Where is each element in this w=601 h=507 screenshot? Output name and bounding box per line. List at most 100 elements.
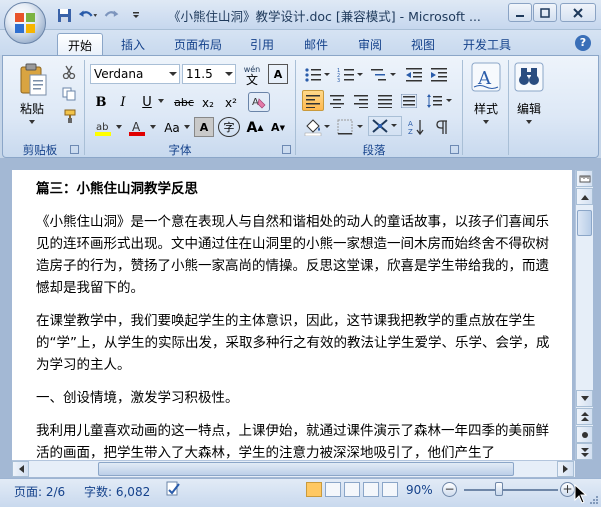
undo-button[interactable] (78, 6, 98, 24)
copy-button[interactable] (60, 85, 78, 103)
tab-view[interactable]: 视图 (401, 33, 445, 55)
char-shading-button[interactable]: A (194, 117, 214, 137)
shrink-font-button[interactable]: A ▼ (268, 117, 288, 138)
outline-view-button[interactable] (363, 482, 379, 497)
tab-review[interactable]: 审阅 (348, 33, 392, 55)
word-count[interactable]: 字数: 6,082 (84, 483, 150, 500)
subscript-button[interactable]: x₂ (198, 92, 218, 113)
shading-button[interactable] (302, 116, 332, 137)
minimize-button[interactable] (508, 3, 532, 22)
bold-button[interactable]: B (92, 92, 110, 113)
underline-button[interactable]: U (138, 92, 156, 113)
full-screen-reading-button[interactable] (325, 482, 341, 497)
decrease-indent-button[interactable] (403, 64, 425, 85)
show-hide-marks-button[interactable] (432, 116, 454, 137)
office-button[interactable] (4, 2, 46, 44)
print-layout-view-button[interactable] (306, 482, 322, 497)
help-icon[interactable]: ? (575, 35, 591, 51)
web-layout-button[interactable] (344, 482, 360, 497)
highlight-button[interactable]: ab (92, 117, 114, 138)
scroll-up-button[interactable] (576, 188, 593, 205)
italic-button[interactable]: I (114, 92, 132, 113)
previous-page-button[interactable] (576, 408, 593, 425)
next-page-button[interactable] (576, 443, 593, 460)
chevron-down-icon[interactable] (158, 99, 164, 103)
borders-button[interactable] (335, 116, 365, 137)
font-color-button[interactable]: A (126, 117, 148, 138)
vertical-scrollbar[interactable] (575, 170, 593, 460)
clear-formatting-icon: A (252, 97, 266, 109)
change-case-button[interactable]: Aa (160, 117, 184, 138)
format-painter-button[interactable] (60, 107, 78, 125)
bullets-button[interactable] (302, 64, 332, 85)
editing-button[interactable]: 编辑 (512, 62, 546, 134)
view-ruler-button[interactable] (576, 170, 593, 187)
chevron-down-icon[interactable] (184, 125, 190, 129)
font-launcher-icon[interactable] (282, 145, 291, 154)
increase-indent-button[interactable] (428, 64, 450, 85)
sort-button[interactable]: AZ (406, 116, 428, 137)
scroll-right-button[interactable] (557, 461, 574, 477)
paste-button[interactable]: 粘贴 (10, 63, 54, 135)
resize-grip-icon[interactable] (589, 494, 599, 504)
chevron-down-icon[interactable] (150, 125, 156, 129)
tab-page-layout[interactable]: 页面布局 (166, 33, 230, 55)
tab-references[interactable]: 引用 (240, 33, 284, 55)
zoom-in-button[interactable]: + (560, 482, 575, 497)
align-center-icon (330, 94, 344, 108)
styles-button[interactable]: A 样式 (467, 62, 505, 134)
double-chevron-up-icon (580, 411, 589, 421)
align-center-button[interactable] (326, 90, 348, 111)
chinese-layout-button[interactable] (368, 116, 402, 136)
chevron-down-icon[interactable] (116, 125, 122, 129)
draft-view-button[interactable] (382, 482, 398, 497)
cut-button[interactable] (60, 63, 78, 81)
redo-button[interactable] (102, 6, 122, 24)
scroll-down-button[interactable] (576, 390, 593, 407)
justify-button[interactable] (374, 90, 396, 111)
proofing-status-button[interactable] (165, 481, 181, 497)
maximize-button[interactable] (533, 3, 557, 22)
align-right-button[interactable] (350, 90, 372, 111)
font-name-combo[interactable]: Verdana (90, 64, 180, 84)
clipboard-launcher-icon[interactable] (70, 145, 79, 154)
save-button[interactable] (54, 6, 74, 24)
zoom-slider-thumb[interactable] (495, 482, 503, 496)
document-content[interactable]: 篇三：小熊住山洞教学反思 《小熊住山洞》是一个意在表现人与自然和谐相处的动人的童… (36, 178, 550, 460)
phonetic-guide-button[interactable]: wén 文 (240, 63, 264, 87)
zoom-out-button[interactable]: − (442, 482, 457, 497)
grow-font-button[interactable]: A ▲ (245, 117, 265, 138)
strikethrough-button[interactable]: abc (172, 92, 196, 113)
enclose-characters-button[interactable]: 字 (218, 117, 240, 137)
select-browse-object-button[interactable] (576, 426, 593, 443)
tab-home[interactable]: 开始 (57, 33, 103, 55)
horizontal-scrollbar[interactable] (12, 460, 575, 477)
vertical-scroll-thumb[interactable] (577, 210, 592, 236)
page-indicator[interactable]: 页面: 2/6 (14, 483, 65, 500)
styles-label: 样式 (473, 102, 498, 116)
horizontal-scroll-thumb[interactable] (98, 462, 514, 476)
tab-insert[interactable]: 插入 (111, 33, 155, 55)
scroll-left-button[interactable] (12, 461, 29, 477)
multilevel-list-button[interactable] (368, 64, 398, 85)
svg-text:A: A (132, 120, 141, 134)
align-left-button[interactable] (302, 90, 324, 111)
close-button[interactable] (560, 3, 596, 22)
zoom-level[interactable]: 90% (406, 483, 433, 497)
multilevel-list-icon (371, 68, 396, 80)
clear-formatting-button[interactable]: A (248, 92, 270, 112)
chevron-down-icon (169, 72, 177, 76)
line-spacing-button[interactable] (424, 90, 454, 111)
customize-qat-button[interactable] (126, 6, 146, 24)
tab-mailings[interactable]: 邮件 (294, 33, 338, 55)
char-border-button[interactable]: A (268, 64, 288, 84)
document-page[interactable]: 篇三：小熊住山洞教学反思 《小熊住山洞》是一个意在表现人与自然和谐相处的动人的童… (12, 170, 572, 460)
distributed-button[interactable] (398, 90, 420, 111)
tab-developer[interactable]: 开发工具 (455, 33, 519, 55)
numbering-button[interactable]: 123 (335, 64, 365, 85)
zoom-slider-track[interactable] (464, 489, 558, 491)
superscript-button[interactable]: x² (221, 92, 241, 113)
font-size-combo[interactable]: 11.5 (182, 64, 236, 84)
paragraph-launcher-icon[interactable] (450, 145, 459, 154)
double-chevron-down-icon (580, 447, 589, 457)
